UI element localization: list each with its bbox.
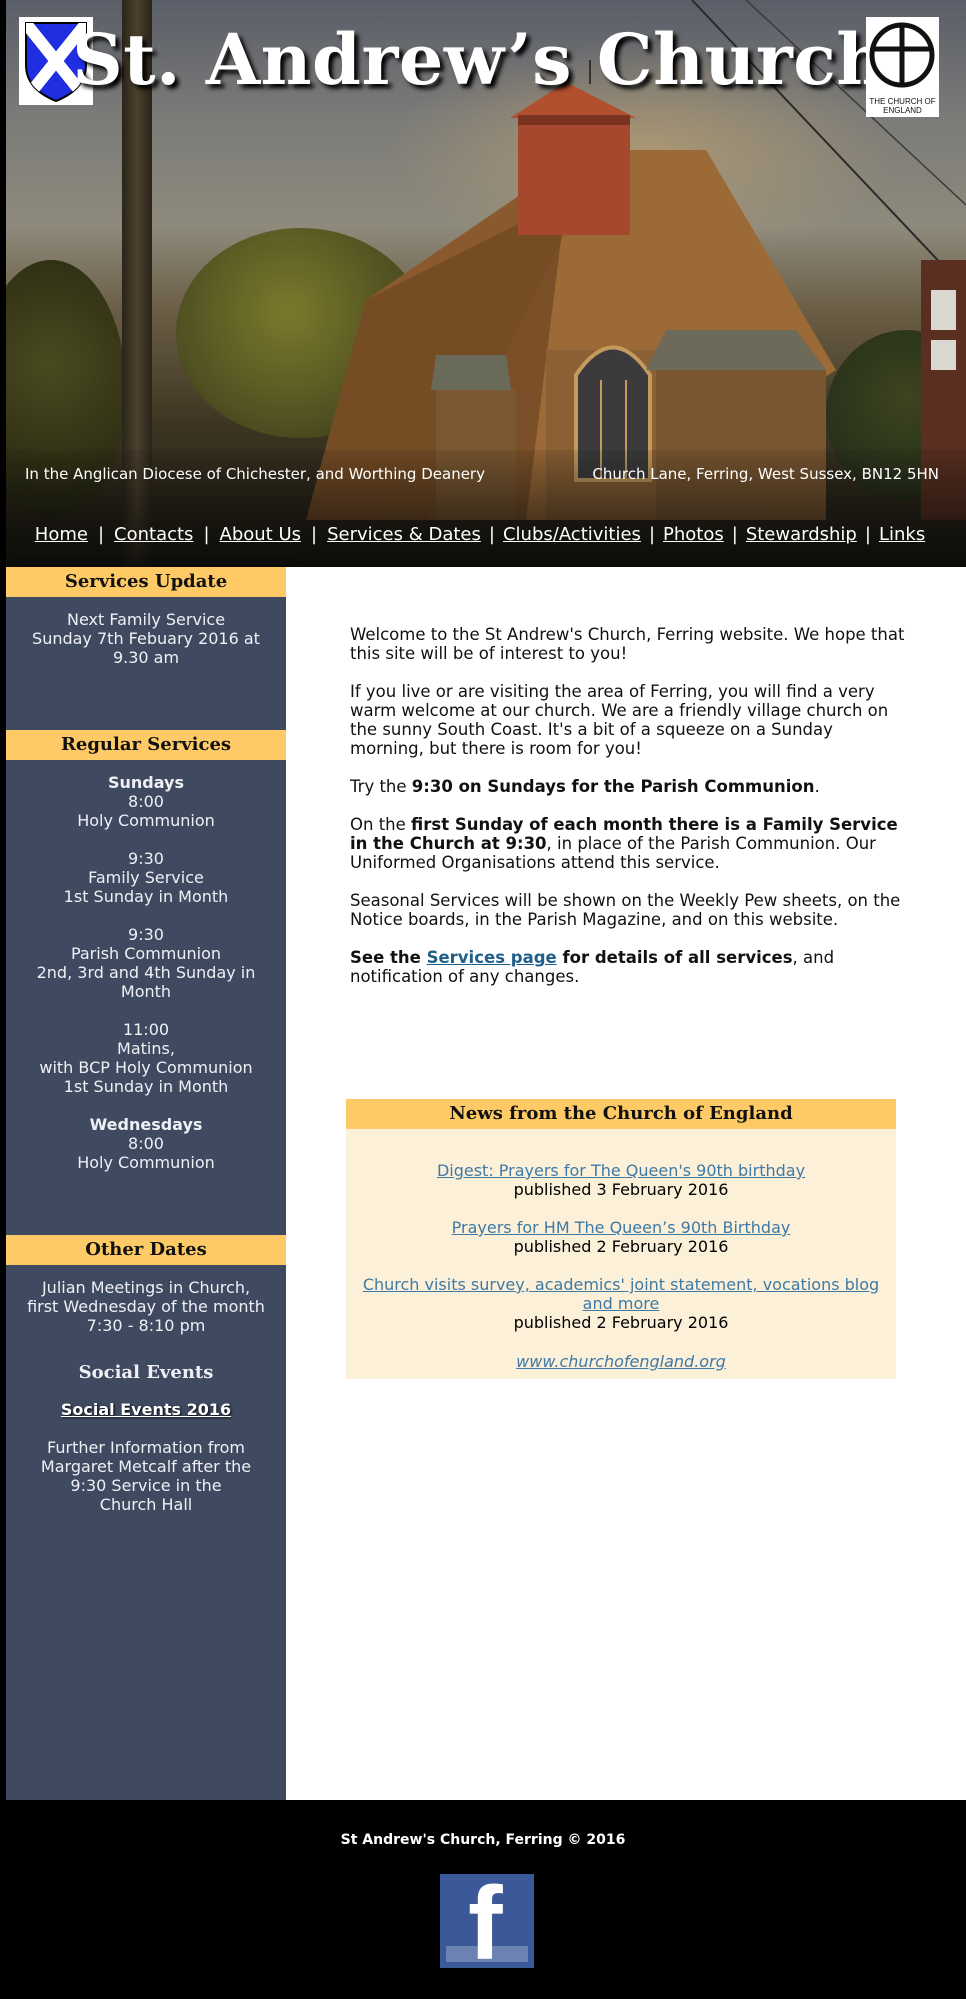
copyright-text: St Andrew's Church, Ferring © 2016: [340, 1832, 626, 1848]
nav-about-us[interactable]: About Us: [220, 524, 302, 545]
wednesdays-label: Wednesdays: [89, 1115, 203, 1134]
news-item: Church visits survey, academics' joint s…: [346, 1275, 896, 1332]
regular-services-section: Regular Services Sundays 8:00 Holy Commu…: [6, 730, 286, 1172]
next-family-service-date: Sunday 7th Febuary 2016 at 9.30 am: [32, 629, 260, 667]
service-time: 8:00: [128, 1134, 164, 1153]
main-navigation: Home | Contacts | About Us | Services & Dates |…: [0, 524, 960, 545]
service-time: 9:30: [128, 849, 164, 868]
nav-separator: |: [203, 524, 210, 545]
news-item: Digest: Prayers for The Queen's 90th bir…: [346, 1161, 896, 1199]
news-panel: News from the Church of England Digest: …: [346, 1099, 896, 1379]
other-dates-heading: Other Dates: [6, 1235, 286, 1265]
nav-separator: |: [97, 524, 105, 545]
news-item-link[interactable]: Church visits survey, academics' joint s…: [363, 1275, 879, 1313]
coe-logo-text: THE CHURCH OF ENGLAND: [869, 97, 936, 115]
services-page-link[interactable]: Services page: [427, 948, 557, 967]
nav-home[interactable]: Home: [35, 524, 88, 545]
news-item-date: published 2 February 2016: [513, 1237, 729, 1256]
welcome-text: Welcome to the St Andrew's Church, Ferri…: [350, 625, 910, 1005]
sundays-label: Sundays: [107, 773, 184, 792]
service-time: 11:00: [122, 1020, 170, 1039]
news-heading: News from the Church of England: [346, 1099, 896, 1129]
other-dates-text: Julian Meetings in Church, first Wednesd…: [6, 1265, 286, 1514]
news-item-date: published 2 February 2016: [513, 1313, 729, 1332]
news-item-link[interactable]: Digest: Prayers for The Queen's 90th bir…: [437, 1161, 805, 1180]
facebook-icon[interactable]: f: [440, 1874, 534, 1968]
service-time: 9:30: [128, 925, 164, 944]
family-service-paragraph: On the first Sunday of each month there …: [350, 815, 898, 872]
other-dates-section: Other Dates Julian Meetings in Church, f…: [6, 1235, 286, 1514]
address-text: Church Lane, Ferring, West Sussex, BN12 …: [592, 465, 939, 483]
news-item-date: published 3 February 2016: [513, 1180, 729, 1199]
facebook-f-glyph: f: [468, 1874, 503, 1968]
nav-photos[interactable]: Photos: [663, 524, 724, 545]
news-site-link-wrap: www.churchofengland.org: [346, 1352, 896, 1371]
footer: St Andrew's Church, Ferring © 2016 f: [0, 1800, 966, 1999]
nav-separator: |: [488, 524, 495, 545]
social-events-2016-link[interactable]: Social Events 2016: [18, 1400, 274, 1419]
nav-separator: |: [864, 524, 871, 545]
church-hall-text: Church Hall: [99, 1495, 193, 1514]
service-name: Matins,: [117, 1039, 175, 1058]
nav-links[interactable]: Links: [879, 524, 925, 545]
further-information-text: Further Information from Margaret Metcal…: [40, 1438, 252, 1495]
service-note: 1st Sunday in Month: [63, 887, 229, 906]
seasonal-services-paragraph: Seasonal Services will be shown on the W…: [350, 891, 901, 929]
welcome-paragraph: Welcome to the St Andrew's Church, Ferri…: [350, 625, 905, 663]
visiting-paragraph: If you live or are visiting the area of …: [350, 682, 889, 758]
service-name: Holy Communion: [77, 1153, 215, 1172]
news-item-link[interactable]: Prayers for HM The Queen’s 90th Birthday: [452, 1218, 791, 1237]
nav-contacts[interactable]: Contacts: [114, 524, 193, 545]
service-name: Holy Communion: [77, 811, 215, 830]
regular-services-heading: Regular Services: [6, 730, 286, 760]
services-page-paragraph: See the Services page for details of all…: [350, 948, 835, 986]
news-item: Prayers for HM The Queen’s 90th Birthday…: [346, 1218, 896, 1256]
church-of-england-site-link[interactable]: www.churchofengland.org: [516, 1352, 726, 1371]
service-name: Family Service: [88, 868, 204, 887]
nav-services-dates[interactable]: Services & Dates: [327, 524, 481, 545]
service-time: 8:00: [128, 792, 164, 811]
julian-meetings-line1: Julian Meetings in Church,: [41, 1278, 251, 1297]
main-content: Welcome to the St Andrew's Church, Ferri…: [286, 567, 966, 1800]
nav-stewardship[interactable]: Stewardship: [746, 524, 857, 545]
julian-meetings-line2: first Wednesday of the month: [27, 1297, 265, 1316]
service-name: Parish Communion: [70, 944, 222, 963]
parish-communion-paragraph: Try the 9:30 on Sundays for the Parish C…: [350, 777, 820, 796]
nav-separator: |: [648, 524, 656, 545]
cross-circle-icon: [869, 22, 935, 88]
church-of-england-logo: THE CHURCH OF ENGLAND: [866, 17, 939, 117]
nav-clubs-activities[interactable]: Clubs/Activities: [503, 524, 641, 545]
sidebar: Services Update Next Family Service Sund…: [6, 567, 286, 1800]
nav-separator: |: [311, 524, 318, 545]
site-title: St. Andrew’s Church: [72, 18, 888, 101]
services-update-heading: Services Update: [6, 567, 286, 597]
service-extra: with BCP Holy Communion: [39, 1058, 253, 1077]
next-family-service-label: Next Family Service: [66, 610, 226, 629]
services-update-text: Next Family Service Sunday 7th Febuary 2…: [6, 597, 286, 667]
service-note: 1st Sunday in Month: [63, 1077, 229, 1096]
social-events-heading: Social Events: [78, 1362, 214, 1383]
regular-services-list: Sundays 8:00 Holy Communion 9:30 Family …: [6, 760, 286, 1172]
diocese-text: In the Anglican Diocese of Chichester, a…: [25, 465, 485, 483]
julian-meetings-time: 7:30 - 8:10 pm: [86, 1316, 206, 1335]
services-update-section: Services Update Next Family Service Sund…: [6, 567, 286, 667]
service-note: 2nd, 3rd and 4th Sunday in Month: [36, 963, 256, 1001]
nav-separator: |: [731, 524, 738, 545]
